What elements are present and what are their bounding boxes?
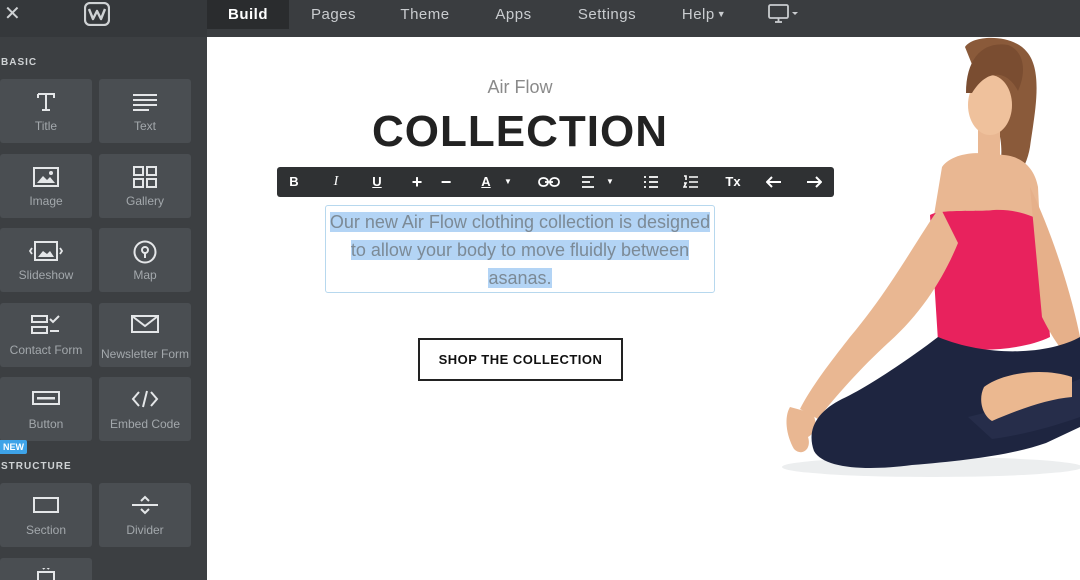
section-label-basic: BASIC (1, 57, 38, 68)
element-section-label: Section (25, 523, 67, 537)
text-icon (133, 94, 157, 111)
element-newsletter-form-label: Newsletter Form (100, 347, 189, 361)
divider-icon (132, 495, 158, 515)
numbered-list-icon[interactable] (683, 175, 699, 189)
editor-canvas[interactable]: Air Flow COLLECTION B I U + − A ▼ ▼ Tx O… (207, 37, 1080, 580)
element-gallery[interactable]: Gallery (99, 154, 191, 218)
font-color-chevron-icon[interactable]: ▼ (499, 167, 517, 197)
element-section[interactable]: Section (0, 483, 92, 547)
tab-help-label: Help (681, 6, 715, 23)
embed-code-icon (131, 390, 159, 408)
element-title[interactable]: Title (0, 79, 92, 143)
new-badge: NEW (0, 440, 27, 454)
tab-pages[interactable]: Pages (301, 0, 366, 29)
hero-photo-yoga-woman (782, 37, 1080, 477)
element-button[interactable]: Button (0, 377, 92, 441)
title-icon (37, 93, 55, 111)
desktop-preview-icon[interactable] (768, 3, 800, 25)
element-image[interactable]: Image (0, 154, 92, 218)
text-format-toolbar: B I U + − A ▼ ▼ Tx (277, 167, 834, 197)
tab-build[interactable]: Build (207, 0, 289, 29)
element-gallery-label: Gallery (125, 194, 164, 208)
increase-size-button[interactable]: + (407, 167, 427, 197)
element-image-label: Image (29, 194, 63, 208)
italic-button[interactable]: I (325, 167, 347, 197)
image-icon (33, 167, 59, 187)
tab-settings[interactable]: Settings (566, 0, 648, 29)
chevron-down-icon: ▼ (716, 9, 727, 19)
element-text[interactable]: Text (99, 79, 191, 143)
body-text[interactable]: Our new Air Flow clothing collection is … (328, 208, 712, 292)
element-button-label: Button (28, 417, 64, 431)
element-slideshow-label: Slideshow (18, 268, 74, 282)
close-icon[interactable]: ✕ (4, 4, 22, 24)
element-embed-code[interactable]: Embed Code (99, 377, 191, 441)
font-color-button[interactable]: A (475, 167, 497, 197)
tab-help[interactable]: Help ▼ (672, 0, 736, 29)
map-pin-icon (133, 240, 157, 264)
align-chevron-icon[interactable]: ▼ (601, 167, 619, 197)
shop-collection-button[interactable]: SHOP THE COLLECTION (418, 338, 623, 381)
element-embed-code-label: Embed Code (109, 417, 181, 431)
hero-subtitle[interactable]: Air Flow (207, 77, 833, 98)
tab-theme[interactable]: Theme (392, 0, 458, 29)
bullet-list-icon[interactable] (643, 176, 659, 188)
element-newsletter-form[interactable]: Newsletter Form (99, 303, 191, 367)
gallery-icon (133, 166, 157, 188)
envelope-icon (131, 315, 159, 333)
top-bar-left: ✕ (0, 0, 207, 37)
body-line-2: to allow your body to move fluidly betwe… (350, 240, 690, 260)
section-icon (33, 497, 59, 513)
element-contact-form[interactable]: Contact Form (0, 303, 92, 367)
contact-form-icon (31, 315, 60, 334)
body-line-3: asanas. (488, 268, 552, 288)
decrease-size-button[interactable]: − (436, 167, 456, 197)
slideshow-icon (29, 241, 63, 261)
element-slideshow[interactable]: Slideshow (0, 228, 92, 292)
element-divider[interactable]: Divider (99, 483, 191, 547)
element-map[interactable]: Map (99, 228, 191, 292)
weebly-logo-icon[interactable] (84, 2, 110, 26)
align-icon[interactable] (581, 176, 595, 188)
tab-apps[interactable]: Apps (486, 0, 541, 29)
element-contact-form-label: Contact Form (9, 343, 83, 357)
element-partial[interactable] (0, 558, 92, 580)
body-line-1: Our new Air Flow clothing collection is … (329, 212, 711, 232)
button-icon (32, 391, 60, 405)
element-text-label: Text (133, 119, 156, 133)
body-text-editor[interactable]: Our new Air Flow clothing collection is … (325, 205, 715, 293)
resize-icon (37, 568, 55, 580)
element-title-label: Title (34, 119, 58, 133)
link-icon[interactable] (538, 176, 560, 188)
element-map-label: Map (133, 268, 157, 282)
hero-headline[interactable]: COLLECTION (207, 107, 833, 157)
bold-button[interactable]: B (283, 167, 305, 197)
clear-format-button[interactable]: Tx (721, 167, 745, 197)
section-label-structure: STRUCTURE (1, 461, 72, 472)
underline-button[interactable]: U (366, 167, 388, 197)
element-divider-label: Divider (126, 523, 164, 537)
top-bar: ✕ Build Pages Theme Apps Settings Help ▼ (0, 0, 1080, 37)
element-sidebar: BASIC Title Text Image Gallery Slideshow… (0, 37, 207, 580)
